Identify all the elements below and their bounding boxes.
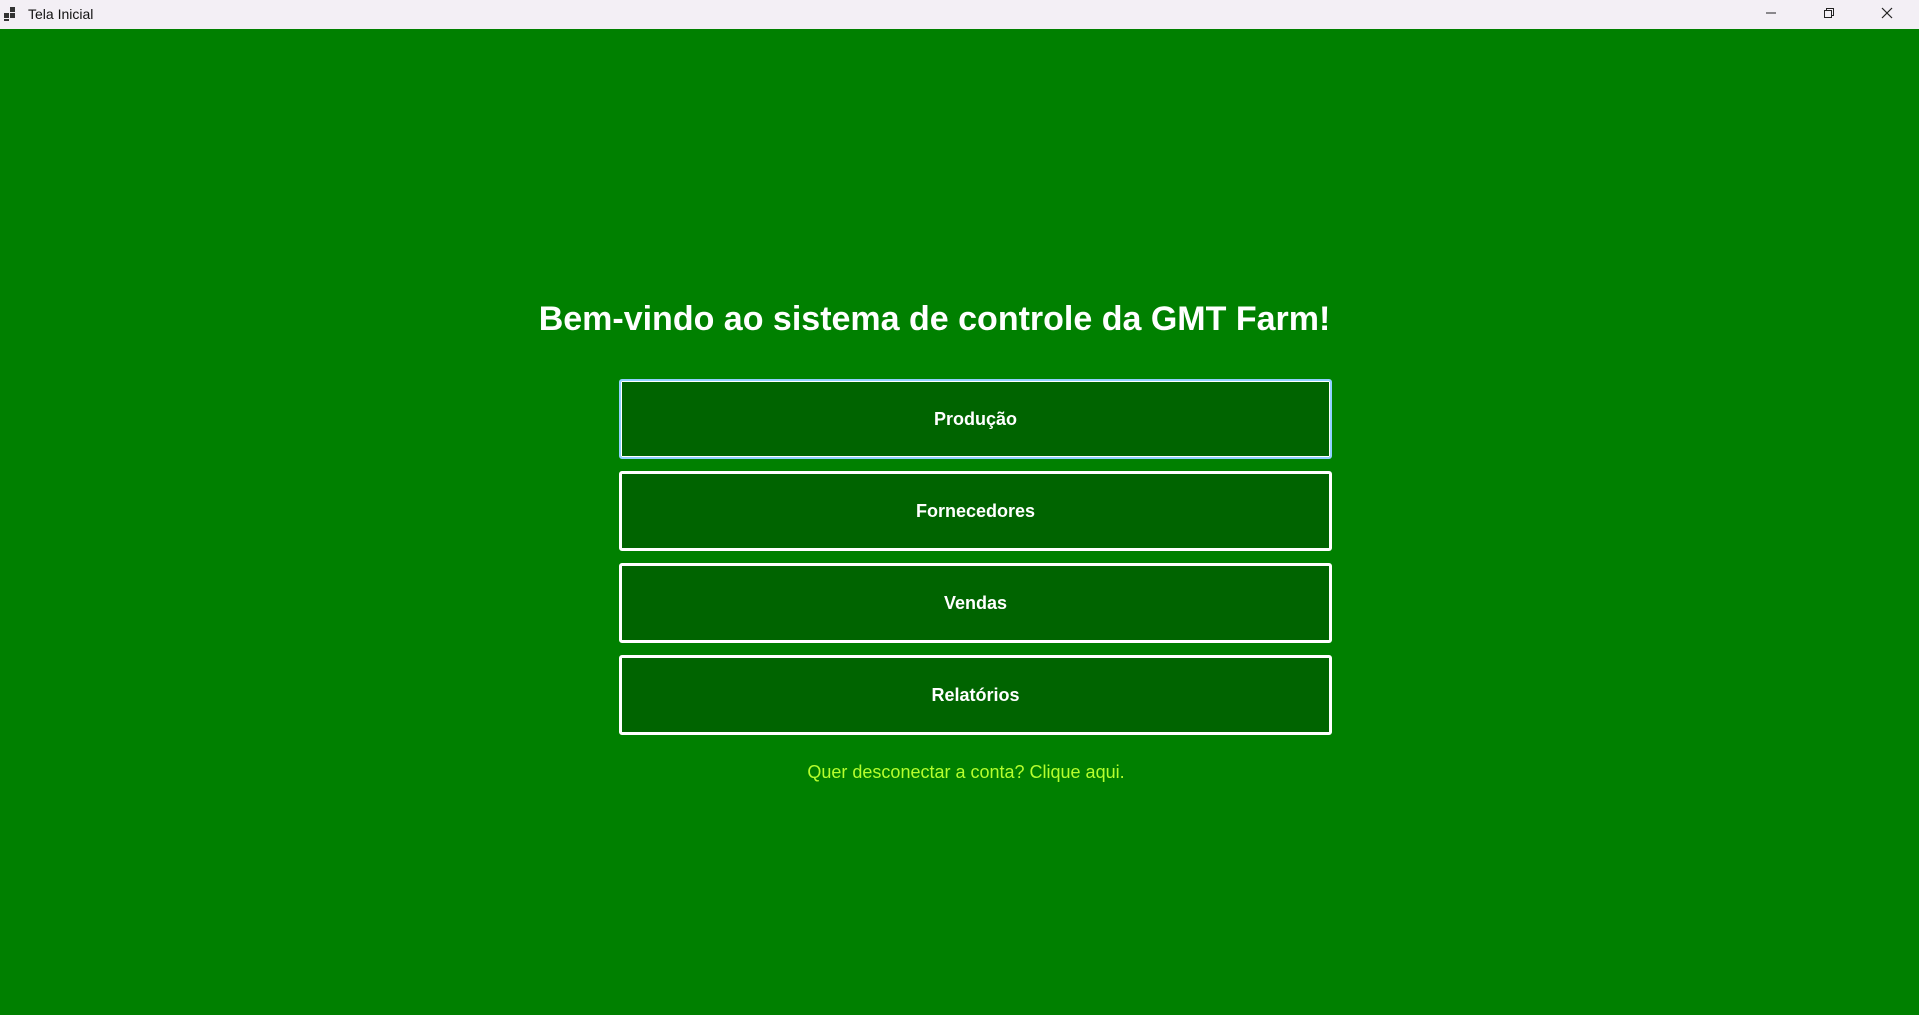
close-button[interactable] — [1858, 0, 1916, 29]
minimize-button[interactable] — [1742, 0, 1800, 29]
app-window-icon — [4, 7, 18, 21]
restore-icon — [1823, 6, 1835, 24]
vendas-button[interactable]: Vendas — [619, 563, 1332, 643]
app-window: Tela Inicial Bem-vindo ao sistema de con… — [0, 0, 1919, 1015]
minimize-icon — [1765, 6, 1777, 24]
producao-button[interactable]: Produção — [619, 379, 1332, 459]
vendas-button-label: Vendas — [943, 592, 1008, 613]
main-panel: Bem-vindo ao sistema de controle da GMT … — [0, 29, 1919, 1015]
welcome-heading: Bem-vindo ao sistema de controle da GMT … — [538, 300, 1331, 338]
logout-link[interactable]: Quer desconectar a conta? Clique aqui. — [0, 762, 1919, 783]
window-title: Tela Inicial — [28, 6, 94, 22]
restore-button[interactable] — [1800, 0, 1858, 29]
title-bar[interactable]: Tela Inicial — [0, 0, 1919, 29]
producao-button-label: Produção — [933, 408, 1017, 429]
fornecedores-button[interactable]: Fornecedores — [619, 471, 1332, 551]
close-icon — [1881, 6, 1893, 24]
relatorios-button-label: Relatórios — [931, 684, 1020, 705]
fornecedores-button-label: Fornecedores — [915, 500, 1036, 521]
relatorios-button[interactable]: Relatórios — [619, 655, 1332, 735]
